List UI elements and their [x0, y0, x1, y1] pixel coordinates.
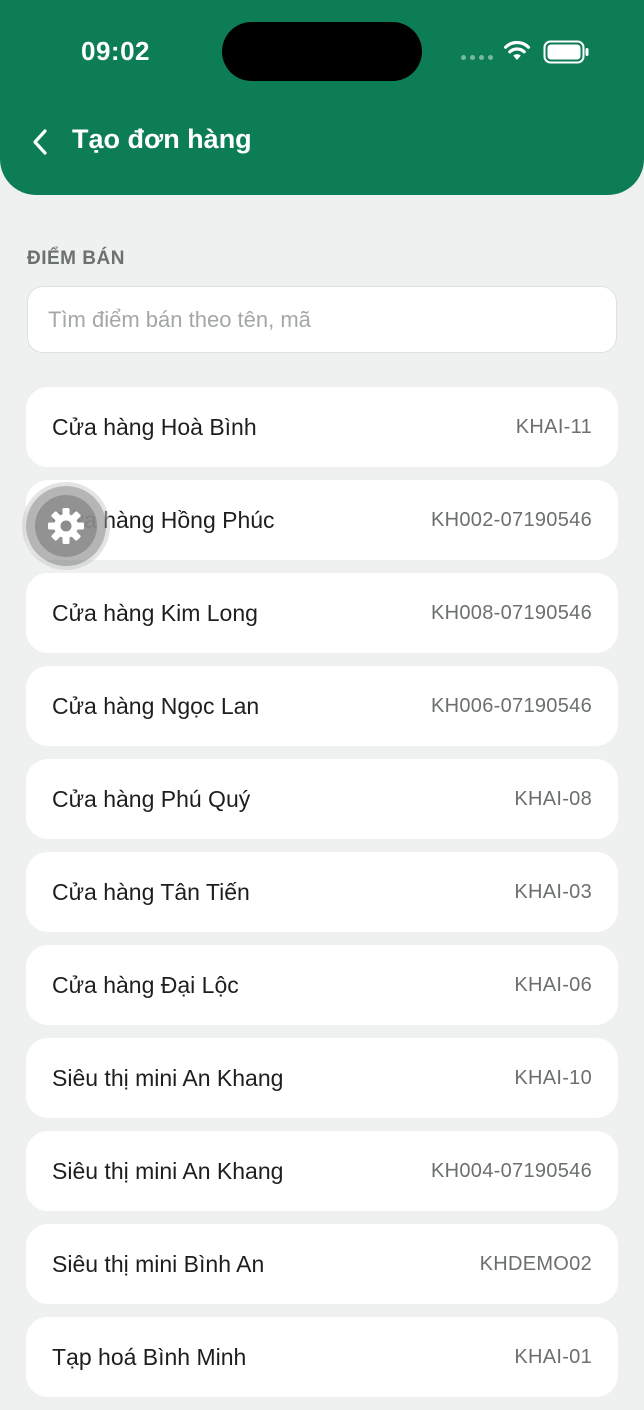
- list-item[interactable]: Cửa hàng Hồng Phúc KH002-07190546: [26, 480, 618, 560]
- list-item[interactable]: Tạp hoá Bình Minh KHAI-01: [26, 1317, 618, 1397]
- store-list: Cửa hàng Hoà Bình KHAI-11 Cửa hàng Hồng …: [26, 387, 618, 1410]
- store-code: KHAI-08: [514, 787, 592, 810]
- store-code: KH002-07190546: [431, 508, 592, 531]
- store-name: Cửa hàng Đại Lộc: [52, 971, 239, 998]
- list-item[interactable]: Siêu thị mini An Khang KHAI-10: [26, 1038, 618, 1118]
- store-name: Cửa hàng Hoà Bình: [52, 413, 257, 440]
- app-header: 09:02 Tạo đơn hàng: [0, 0, 644, 195]
- cellular-signal-icon: [461, 55, 493, 63]
- store-code: KH006-07190546: [431, 694, 592, 717]
- list-item[interactable]: Siêu thị mini An Khang KH004-07190546: [26, 1131, 618, 1211]
- chevron-left-icon: [33, 129, 47, 155]
- store-code: KH004-07190546: [431, 1159, 592, 1182]
- wifi-icon: [504, 40, 530, 60]
- status-time: 09:02: [81, 36, 150, 66]
- store-name: Cửa hàng Phú Quý: [52, 785, 251, 812]
- store-name: Cửa hàng Kim Long: [52, 599, 258, 626]
- store-search-input[interactable]: [27, 286, 617, 353]
- list-item[interactable]: Cửa hàng Hoà Bình KHAI-11: [26, 387, 618, 467]
- store-name: Tạp hoá Bình Minh: [52, 1343, 247, 1370]
- list-item[interactable]: Cửa hàng Đại Lộc KHAI-06: [26, 945, 618, 1025]
- list-item[interactable]: Cửa hàng Tân Tiến KHAI-03: [26, 852, 618, 932]
- dynamic-island: [222, 22, 422, 81]
- page-title: Tạo đơn hàng: [72, 124, 252, 154]
- store-code: KH008-07190546: [431, 601, 592, 624]
- store-name: Cửa hàng Ngọc Lan: [52, 692, 260, 719]
- floating-settings-button[interactable]: [26, 486, 106, 566]
- store-code: KHAI-10: [514, 1066, 592, 1089]
- section-label-store: ĐIỂM BÁN: [27, 248, 125, 269]
- list-item[interactable]: Cửa hàng Ngọc Lan KH006-07190546: [26, 666, 618, 746]
- store-name: Siêu thị mini An Khang: [52, 1157, 284, 1184]
- store-name: Siêu thị mini An Khang: [52, 1064, 284, 1091]
- store-code: KHAI-06: [514, 973, 592, 996]
- store-code: KHAI-01: [514, 1345, 592, 1368]
- list-item[interactable]: Cửa hàng Phú Quý KHAI-08: [26, 759, 618, 839]
- list-item[interactable]: Siêu thị mini Bình An KHDEMO02: [26, 1224, 618, 1304]
- battery-icon: [543, 40, 589, 64]
- list-item[interactable]: Cửa hàng Kim Long KH008-07190546: [26, 573, 618, 653]
- store-code: KHAI-03: [514, 880, 592, 903]
- floating-button-core: [35, 495, 97, 557]
- store-name: Siêu thị mini Bình An: [52, 1250, 265, 1277]
- store-code: KHAI-11: [515, 415, 592, 438]
- store-name: Cửa hàng Tân Tiến: [52, 878, 250, 905]
- gear-icon: [48, 508, 84, 544]
- back-button[interactable]: [20, 118, 60, 166]
- store-code: KHDEMO02: [479, 1252, 592, 1275]
